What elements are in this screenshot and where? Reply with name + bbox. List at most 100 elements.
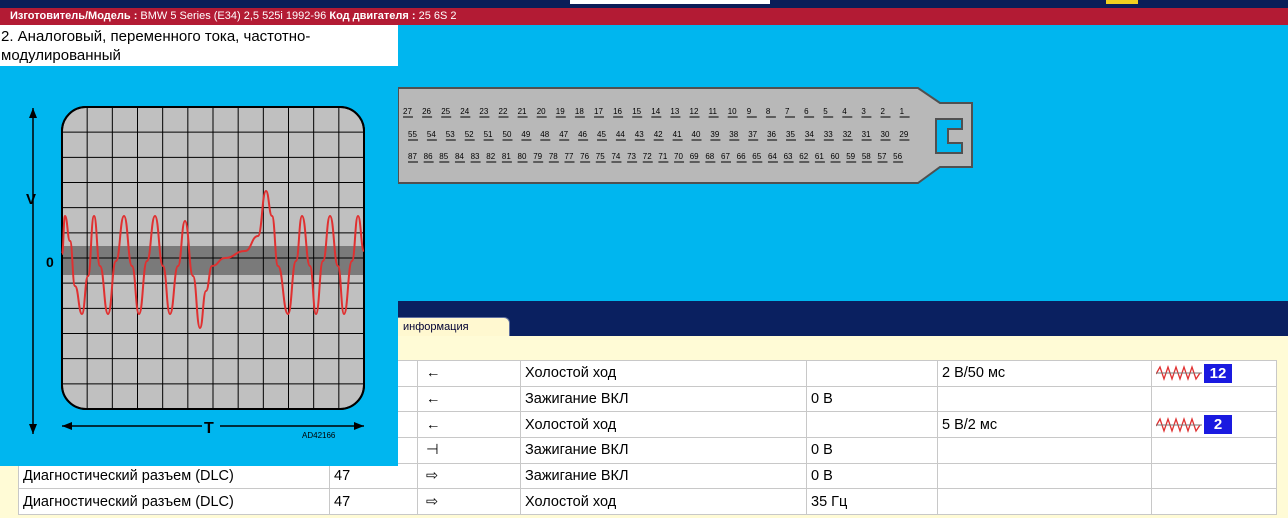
waveform-link-cell[interactable]: 12 <box>1151 360 1277 387</box>
engine-code-value: 25 6S 2 <box>418 10 457 22</box>
title-bar <box>0 0 1288 8</box>
top-tab-stub[interactable] <box>570 0 770 4</box>
connector-pin: 81 <box>502 152 511 161</box>
connector-pin: 55 <box>408 130 417 139</box>
connector-pin: 43 <box>635 130 644 139</box>
spec-cell: 5 В/2 мс <box>937 411 1152 439</box>
connector-pin: 76 <box>580 152 589 161</box>
condition-cell: Зажигание ВКЛ <box>520 385 807 413</box>
connector-pin: 75 <box>596 152 605 161</box>
waveform-icon[interactable] <box>1156 416 1202 434</box>
connector-pin: 36 <box>767 130 776 139</box>
connector-pin: 50 <box>503 130 512 139</box>
tab-information[interactable]: информация <box>396 317 510 336</box>
v-axis-label: V <box>26 191 36 208</box>
connector-pin: 71 <box>658 152 667 161</box>
connector-pin: 26 <box>422 107 431 116</box>
connector-pin: 66 <box>737 152 746 161</box>
connector-pin: 48 <box>540 130 549 139</box>
waveform-icon[interactable] <box>1156 364 1202 382</box>
connector-pin: 15 <box>632 107 641 116</box>
reference-code: AD42166 <box>302 431 336 440</box>
connector-pin: 69 <box>690 152 699 161</box>
connector-pin: 22 <box>499 107 508 116</box>
connector-pin: 56 <box>893 152 902 161</box>
connector-pin: 9 <box>747 107 752 116</box>
direction-arrow-icon: ← <box>417 411 521 439</box>
connector-pin: 65 <box>752 152 761 161</box>
waveform-link-cell <box>1151 437 1277 464</box>
connector-pin: 52 <box>465 130 474 139</box>
waveform-link-cell <box>1151 385 1277 413</box>
connector-pin: 3 <box>861 107 866 116</box>
condition-cell: Зажигание ВКЛ <box>520 462 807 490</box>
direction-arrow-icon: ⊣ <box>417 437 521 464</box>
connector-pin: 54 <box>427 130 436 139</box>
connector-pin: 51 <box>484 130 493 139</box>
connector-pin: 11 <box>709 107 718 116</box>
direction-arrow-icon: ← <box>417 360 521 387</box>
waveform-popup: 2. Аналоговый, переменного тока, частотн… <box>0 25 398 466</box>
connector-pin: 7 <box>785 107 790 116</box>
connector-pin: 74 <box>611 152 620 161</box>
connector-pin: 62 <box>799 152 808 161</box>
connector-pin: 24 <box>460 107 469 116</box>
connector-pin: 53 <box>446 130 455 139</box>
vehicle-info-bar: Изготовитель/Модель : BMW 5 Series (E34)… <box>0 8 1288 25</box>
connector-pin: 23 <box>479 107 488 116</box>
connector-pin: 72 <box>643 152 652 161</box>
connector-pin: 37 <box>748 130 757 139</box>
value-cell <box>806 360 938 387</box>
waveform-number-badge[interactable]: 12 <box>1204 363 1232 383</box>
table-row[interactable]: Диагностический разъем (DLC) 47 ⇨ Зажигание… <box>18 462 1277 490</box>
connector-pin: 67 <box>721 152 730 161</box>
connector-pin: 78 <box>549 152 558 161</box>
table-row[interactable]: Диагностический разъем (DLC) 47 ⇨ Холостой … <box>18 488 1277 516</box>
connector-pin: 84 <box>455 152 464 161</box>
value-cell: 35 Гц <box>806 488 938 516</box>
pin-cell: 47 <box>329 488 418 516</box>
connector-pin: 17 <box>594 107 603 116</box>
connector-pin: 16 <box>613 107 622 116</box>
zero-label: 0 <box>46 254 54 270</box>
t-axis-label: T <box>204 420 214 437</box>
manufacturer-label: Изготовитель/Модель : <box>10 10 138 22</box>
connector-pin: 61 <box>815 152 824 161</box>
connector-pin: 19 <box>556 107 565 116</box>
value-cell <box>806 411 938 439</box>
waveform-link-cell[interactable]: 2 <box>1151 411 1277 439</box>
connector-pin: 13 <box>670 107 679 116</box>
connector-pin: 46 <box>578 130 587 139</box>
spec-cell <box>937 385 1152 413</box>
connector-pin: 83 <box>471 152 480 161</box>
waveform-title: 2. Аналоговый, переменного тока, частотн… <box>1 28 311 64</box>
spec-cell <box>937 462 1152 490</box>
connector-pin: 35 <box>786 130 795 139</box>
connector-pin: 18 <box>575 107 584 116</box>
connector-pin: 47 <box>559 130 568 139</box>
connector-pin: 49 <box>521 130 530 139</box>
connector-pin: 30 <box>881 130 890 139</box>
connector-pin: 82 <box>486 152 495 161</box>
condition-cell: Холостой ход <box>520 488 807 516</box>
connector-pin: 20 <box>537 107 546 116</box>
connector-pin: 32 <box>843 130 852 139</box>
oscilloscope-panel: V 0 T AD42166 <box>0 66 398 466</box>
connector-pin: 57 <box>878 152 887 161</box>
condition-cell: Холостой ход <box>520 360 807 387</box>
connector-pin: 63 <box>784 152 793 161</box>
connector-pin: 40 <box>692 130 701 139</box>
waveform-number-badge[interactable]: 2 <box>1204 415 1232 435</box>
connector-pin: 31 <box>862 130 871 139</box>
connector-pin: 77 <box>565 152 574 161</box>
waveform-link-cell <box>1151 488 1277 516</box>
connector-pin: 12 <box>690 107 699 116</box>
connector-pin: 79 <box>533 152 542 161</box>
connector-pin: 8 <box>766 107 771 116</box>
connector-pin: 86 <box>424 152 433 161</box>
spec-cell <box>937 437 1152 464</box>
top-yellow-icon[interactable] <box>1106 0 1138 4</box>
component-cell: Диагностический разъем (DLC) <box>18 462 330 490</box>
connector-pin: 27 <box>403 107 412 116</box>
waveform-link-cell <box>1151 462 1277 490</box>
